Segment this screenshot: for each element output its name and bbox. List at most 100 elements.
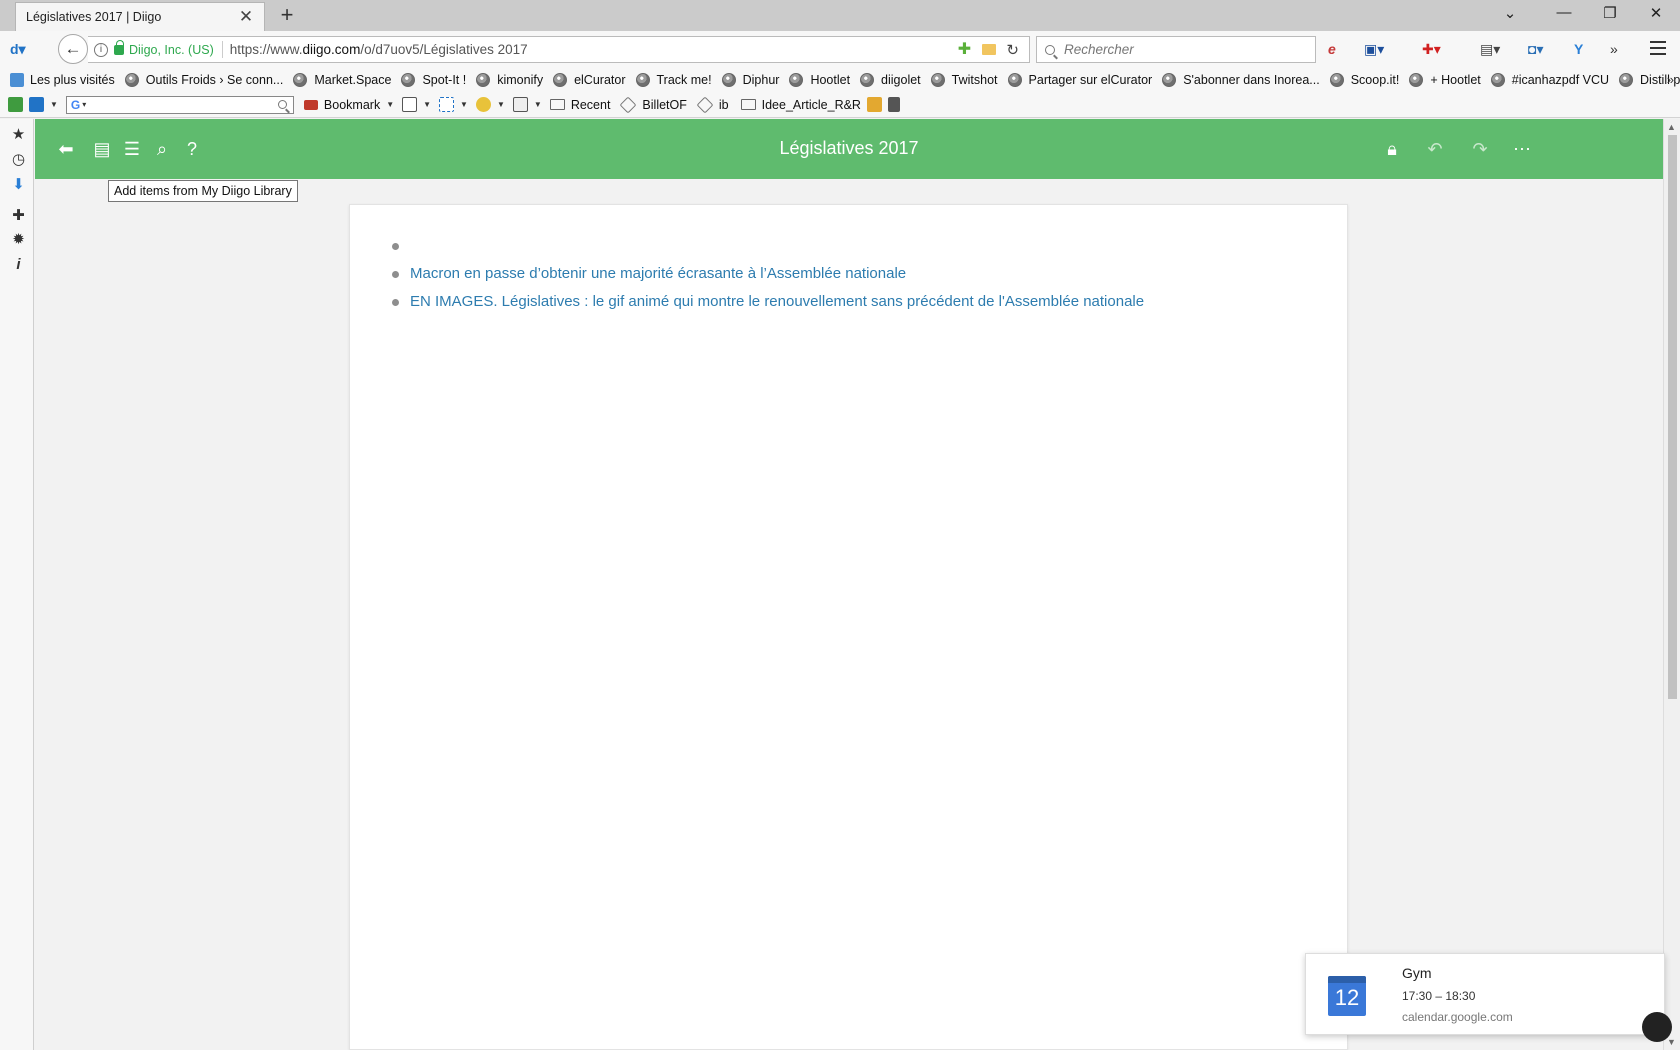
info-icon[interactable]: i: [94, 42, 108, 57]
folder-icon[interactable]: [982, 44, 997, 55]
bookmark-item[interactable]: #icanhazpdf VCU: [1490, 73, 1609, 87]
bookmark-item[interactable]: Twitshot: [930, 73, 998, 87]
bookmark-label: Spot-It !: [422, 73, 467, 87]
list-item[interactable]: [392, 232, 1144, 260]
tab-strip: Législatives 2017 | Diigo ✕ + ⌄ — ❐ ✕: [0, 0, 1680, 31]
folder-idee-article[interactable]: Idee_Article_R&R: [762, 98, 861, 112]
bookmark-item[interactable]: elCurator: [553, 73, 626, 87]
search-icon[interactable]: [277, 100, 287, 109]
undo-icon[interactable]: ↶: [1425, 139, 1445, 159]
bookmark-item[interactable]: Spot-It !: [401, 73, 466, 87]
diigo-icon[interactable]: [29, 97, 44, 112]
y-extension-icon[interactable]: Y: [1574, 41, 1583, 57]
chevron-down-icon[interactable]: ▼: [50, 100, 58, 109]
bookmarks-star-icon[interactable]: ★: [10, 126, 27, 143]
chevron-down-icon[interactable]: ▼: [497, 100, 505, 109]
screenshot-icon[interactable]: [512, 97, 528, 112]
puzzle-icon[interactable]: ✚: [956, 41, 972, 58]
red-cross-icon[interactable]: ✚▾: [1422, 41, 1441, 57]
calendar-notification[interactable]: 12 Gym 17:30 – 18:30 calendar.google.com: [1305, 953, 1672, 1042]
sticky-note-icon[interactable]: [475, 97, 491, 112]
calendar-icon: 12: [1328, 976, 1366, 1016]
bookmark-item[interactable]: Diphur: [721, 73, 779, 87]
sparkle-icon[interactable]: [866, 97, 882, 112]
bookmark-button[interactable]: Bookmark: [324, 98, 380, 112]
chevron-down-icon[interactable]: ▼: [460, 100, 468, 109]
bookmark-item[interactable]: Scoop.it!: [1329, 73, 1399, 87]
settings-gear-icon[interactable]: ✹: [10, 231, 27, 248]
scroll-down-icon[interactable]: ▼: [1667, 1037, 1676, 1047]
notification-title: Gym: [1402, 965, 1432, 981]
bookmark-item[interactable]: Track me!: [635, 73, 712, 87]
tag-billetof[interactable]: BilletOF: [642, 98, 686, 112]
tab-title: Législatives 2017 | Diigo: [26, 10, 162, 24]
tooltip: Add items from My Diigo Library: [108, 180, 298, 202]
bookmark-item[interactable]: Outils Froids › Se conn...: [124, 73, 283, 87]
bookmark-item[interactable]: Partager sur elCurator: [1007, 73, 1152, 87]
bookmark-item[interactable]: kimonify: [476, 73, 543, 87]
bookmark-icon: [303, 99, 318, 110]
save-disk-icon[interactable]: ▣▾: [1364, 41, 1384, 57]
list-item[interactable]: Macron en passe d’obtenir une majorité é…: [392, 260, 1144, 288]
custom-toolbar: ▼ G ▾ Bookmark ▼ ▼ ▼ ▼ ▼ Recent BilletOF…: [0, 92, 1680, 118]
bookmark-label: Twitshot: [951, 73, 998, 87]
addons-puzzle-icon[interactable]: ✚: [10, 207, 27, 224]
back-button[interactable]: ←: [58, 34, 88, 64]
extension-e-icon[interactable]: e: [1328, 41, 1336, 57]
chevron-down-icon[interactable]: ▼: [386, 100, 394, 109]
restore-button[interactable]: ❐: [1595, 4, 1625, 22]
globe-icon: [1490, 73, 1505, 87]
screenshot-icon[interactable]: ▤▾: [1480, 41, 1500, 57]
lock-icon[interactable]: 🔒︎: [1382, 139, 1402, 159]
browser-tab[interactable]: Législatives 2017 | Diigo ✕: [15, 2, 265, 31]
pocket-icon[interactable]: ◘▾: [1528, 41, 1543, 57]
tag-ib[interactable]: ib: [719, 98, 729, 112]
bookmarks-overflow-icon[interactable]: »: [1667, 72, 1674, 87]
overflow-icon[interactable]: »: [1610, 41, 1618, 57]
recent-button[interactable]: Recent: [571, 98, 611, 112]
history-clock-icon[interactable]: ◷: [10, 151, 27, 168]
more-options-icon[interactable]: ⋯: [1512, 139, 1532, 159]
globe-icon: [124, 73, 139, 87]
globe-icon: [476, 73, 491, 87]
most-visited-icon: [10, 73, 24, 87]
globe-icon: [635, 73, 650, 87]
chevron-down-icon[interactable]: ▼: [423, 100, 431, 109]
chevron-down-icon[interactable]: ▾: [82, 100, 86, 109]
scroll-up-icon[interactable]: ▲: [1667, 122, 1676, 132]
reload-icon[interactable]: ↻: [1006, 41, 1019, 59]
search-bar[interactable]: Rechercher: [1036, 36, 1316, 63]
bookmark-item[interactable]: + Hootlet: [1409, 73, 1481, 87]
close-window-button[interactable]: ✕: [1641, 4, 1671, 22]
url-bar[interactable]: i Diigo, Inc. (US) https://www.diigo.com…: [88, 36, 1030, 63]
menu-icon[interactable]: [1650, 41, 1666, 59]
tab-list-dropdown-icon[interactable]: ⌄: [1495, 4, 1525, 22]
minimize-button[interactable]: —: [1549, 4, 1579, 21]
bookmark-item[interactable]: diigolet: [860, 73, 921, 87]
scrollbar[interactable]: ▲ ▼: [1663, 119, 1680, 1050]
info-italic-icon[interactable]: i: [10, 256, 27, 273]
google-icon: G: [70, 97, 81, 112]
chevron-down-icon[interactable]: ▼: [534, 100, 542, 109]
globe-icon: [1619, 73, 1634, 87]
bookmark-item[interactable]: Les plus visités: [10, 73, 115, 87]
site-identity[interactable]: Diigo, Inc. (US): [129, 43, 214, 57]
scrollbar-thumb[interactable]: [1668, 135, 1677, 699]
bookmark-item[interactable]: S'abonner dans Inorea...: [1162, 73, 1320, 87]
globe-icon: [1162, 73, 1177, 87]
capture-icon[interactable]: [439, 97, 455, 112]
tab-close-icon[interactable]: ✕: [238, 7, 254, 27]
globe-icon: [553, 73, 568, 87]
hammer-icon[interactable]: [887, 97, 900, 112]
list-item[interactable]: EN IMAGES. Législatives : le gif animé q…: [392, 288, 1144, 316]
highlight-icon[interactable]: [402, 97, 418, 112]
new-tab-button[interactable]: +: [275, 4, 299, 26]
url-text[interactable]: https://www.diigo.com/o/d7uov5/Législati…: [230, 42, 957, 57]
add-bookmark-icon[interactable]: [8, 97, 23, 112]
google-search-field[interactable]: G ▾: [65, 95, 294, 114]
redo-icon[interactable]: ↷: [1470, 139, 1490, 159]
bookmark-item[interactable]: Hootlet: [789, 73, 850, 87]
diigo-toolbar-icon[interactable]: d▾: [10, 41, 32, 57]
download-arrow-icon[interactable]: ⬇: [10, 176, 27, 193]
bookmark-item[interactable]: Market.Space: [293, 73, 391, 87]
